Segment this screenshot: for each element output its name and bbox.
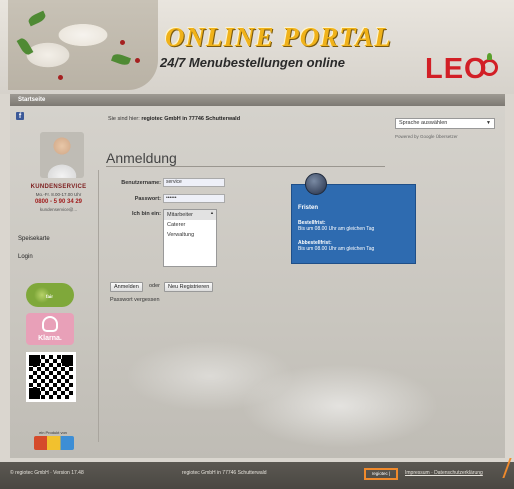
username-label: Benutzername: (121, 180, 161, 186)
language-select[interactable]: Sprache auswählen ▼ (395, 118, 495, 129)
abbestellfrist-text: Bis um 08.00 Uhr am gleichen Tag (298, 246, 375, 252)
apple-icon (481, 59, 498, 76)
role-option-caterer[interactable]: Caterer (164, 220, 216, 230)
forgot-password-link[interactable]: Passwort vergessen (110, 297, 160, 303)
footer-copyright: © regiotec GmbH · Version 17.48 (10, 470, 84, 476)
kundenservice-label: KUNDENSERVICE (30, 184, 87, 190)
nav-bar (10, 94, 505, 106)
sidebar-divider (98, 170, 99, 442)
chevron-down-icon: ▼ (486, 120, 491, 126)
peace-hand-icon (42, 316, 58, 332)
food-photo (8, 0, 158, 90)
klarna-label: Klarna. (38, 335, 62, 342)
location-prefix: Sie sind hier: (108, 116, 140, 122)
service-hours: Mo.-Fr. 8.00-17.00 Uhr (35, 192, 82, 197)
partner-logo[interactable] (34, 436, 74, 450)
role-option-mitarbeiter[interactable]: Mitarbeiter (164, 210, 216, 220)
qr-code (26, 352, 76, 402)
service-email[interactable]: kundenservice@... (16, 207, 101, 212)
footer-company: regiotec GmbH in 77746 Schutterwald (182, 470, 267, 476)
sidebar-item-login[interactable]: Login (18, 254, 33, 260)
title-divider (106, 166, 385, 167)
portal-subtitle: 24/7 Menubestellungen online (160, 55, 345, 70)
role-listbox[interactable]: Mitarbeiter Caterer Verwaltung (163, 209, 217, 267)
role-label: Ich bin ein: (131, 211, 161, 217)
register-button[interactable]: Neu Registrieren (164, 282, 214, 292)
scroll-up-icon[interactable]: ▲ (210, 210, 214, 215)
facebook-icon[interactable]: f (16, 112, 24, 120)
nav-link-startseite[interactable]: Startseite (18, 95, 45, 105)
location-company: regiotec GmbH in 77746 Schutterwald (141, 116, 241, 122)
service-phone: 0800 - 5 90 34 29 (34, 199, 83, 205)
footer-impressum-link[interactable]: Impressum · Datenschutzerklärung (405, 470, 483, 476)
role-option-verwaltung[interactable]: Verwaltung (164, 230, 216, 240)
apple-stem-icon (487, 53, 492, 60)
footer-regiotec-link[interactable]: regiotec | (364, 468, 398, 480)
main-content (10, 106, 505, 458)
page-title: Anmeldung (106, 150, 177, 166)
bestellfrist-text: Bis um 08.00 Uhr am gleichen Tag (298, 226, 375, 232)
portal-title: ONLINE PORTAL (165, 22, 392, 52)
peppercorn (58, 75, 63, 80)
username-field[interactable]: service (163, 178, 225, 187)
clock-icon (305, 173, 327, 195)
password-label: Passwort: (134, 196, 161, 202)
fristen-title: Fristen (298, 205, 319, 211)
peppercorn (135, 58, 140, 63)
powered-by-google: Powered by Google Übersetzer (395, 134, 458, 139)
location-info: Sie sind hier: regiotec GmbH in 77746 Sc… (108, 116, 240, 122)
partner-label: ein Produkt von (39, 430, 67, 435)
service-agent-photo (40, 132, 84, 178)
fair-badge-label: fair (46, 294, 54, 299)
language-select-value: Sprache auswählen (399, 120, 448, 126)
peppercorn (120, 40, 125, 45)
oder-text: oder (149, 283, 161, 289)
login-button[interactable]: Anmelden (110, 282, 143, 292)
leo-logo[interactable]: LEO (425, 53, 488, 86)
password-field[interactable]: •••••• (163, 194, 225, 203)
sidebar-item-speisekarte[interactable]: Speisekarte (18, 236, 50, 242)
